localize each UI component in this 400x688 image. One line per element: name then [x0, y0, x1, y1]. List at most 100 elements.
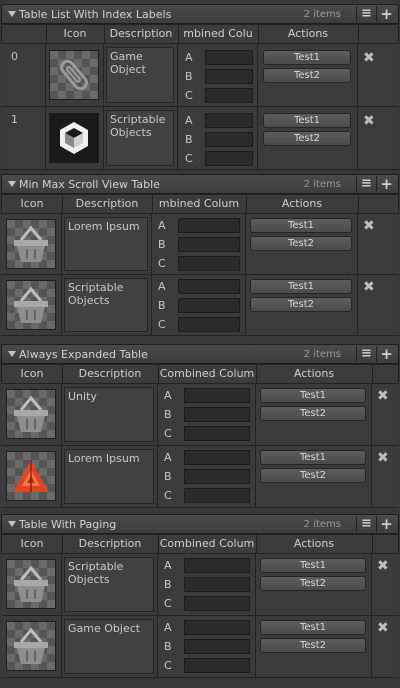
paperclip-icon[interactable]: [49, 50, 99, 100]
test1-button[interactable]: Test1: [250, 279, 352, 294]
basket-icon[interactable]: [6, 621, 56, 671]
basket-icon[interactable]: [6, 389, 56, 439]
field-b-input[interactable]: [184, 639, 250, 654]
description-field[interactable]: Scriptable Objects: [64, 278, 148, 332]
unity-logo-icon[interactable]: [49, 113, 99, 163]
test2-button[interactable]: Test2: [250, 236, 352, 251]
section-header[interactable]: Always Expanded Table 2 items ≡ +: [1, 344, 399, 364]
test1-button[interactable]: Test1: [260, 450, 366, 465]
test2-button[interactable]: Test2: [250, 297, 352, 312]
section-header[interactable]: Table List With Index Labels 2 items ≡ +: [1, 4, 399, 24]
basket-icon[interactable]: [6, 280, 56, 330]
foldout-arrow-icon[interactable]: [8, 521, 16, 527]
field-label-c: C: [164, 659, 172, 672]
field-label-c: C: [158, 257, 166, 270]
test1-button[interactable]: Test1: [263, 50, 351, 65]
field-b-input[interactable]: [205, 69, 253, 84]
description-field[interactable]: Scriptable Objects: [64, 557, 154, 612]
section-title: Always Expanded Table: [19, 348, 148, 361]
test1-button[interactable]: Test1: [260, 388, 366, 403]
description-field[interactable]: Unity: [64, 387, 154, 442]
remove-row-icon[interactable]: ✖: [363, 218, 375, 234]
foldout-arrow-icon[interactable]: [8, 351, 16, 357]
remove-row-icon[interactable]: ✖: [377, 558, 389, 574]
table-row: Scriptable Objects A B C Test1 Test2 ✖: [1, 554, 399, 616]
test1-button[interactable]: Test1: [263, 113, 351, 128]
test2-button[interactable]: Test2: [260, 576, 366, 591]
item-count: 2 items: [303, 519, 341, 530]
test2-button[interactable]: Test2: [260, 638, 366, 653]
remove-row-icon[interactable]: ✖: [377, 620, 389, 636]
remove-row-icon[interactable]: ✖: [363, 279, 375, 295]
field-c-input[interactable]: [184, 426, 250, 441]
menu-button[interactable]: ≡: [356, 6, 376, 22]
field-b-input[interactable]: [205, 132, 253, 147]
add-item-button[interactable]: +: [376, 6, 396, 22]
field-label-a: A: [158, 219, 166, 232]
test2-button[interactable]: Test2: [263, 131, 351, 146]
menu-button[interactable]: ≡: [356, 346, 376, 362]
description-field[interactable]: Lorem Ipsum: [64, 449, 154, 504]
basket-icon[interactable]: [6, 219, 56, 269]
column-headers: Icon Description Combined Colum Actions: [1, 364, 399, 384]
field-label-a: A: [185, 114, 193, 127]
foldout-arrow-icon[interactable]: [8, 181, 16, 187]
table-row: 0 Game Object A B C Test1 Test2 ✖: [1, 44, 399, 107]
section-header[interactable]: Table With Paging 2 items ≡ +: [1, 514, 399, 534]
test2-button[interactable]: Test2: [260, 406, 366, 421]
field-c-input[interactable]: [184, 658, 250, 673]
test1-button[interactable]: Test1: [260, 620, 366, 635]
menu-button[interactable]: ≡: [356, 176, 376, 192]
field-label-a: A: [158, 280, 166, 293]
remove-row-icon[interactable]: ✖: [363, 50, 375, 66]
field-c-input[interactable]: [178, 256, 240, 271]
field-a-input[interactable]: [184, 388, 250, 403]
remove-row-icon[interactable]: ✖: [377, 450, 389, 466]
field-c-input[interactable]: [178, 317, 240, 332]
red-triangle-logo-icon[interactable]: [6, 451, 56, 501]
field-label-a: A: [164, 389, 172, 402]
menu-button[interactable]: ≡: [356, 516, 376, 532]
section-header[interactable]: Min Max Scroll View Table 2 items ≡ +: [1, 174, 399, 194]
field-b-input[interactable]: [178, 298, 240, 313]
section-always-expanded: Always Expanded Table 2 items ≡ + Icon D…: [0, 344, 400, 508]
description-field[interactable]: Scriptable Objects: [106, 110, 174, 166]
test1-button[interactable]: Test1: [260, 558, 366, 573]
section-index-labels: Table List With Index Labels 2 items ≡ +…: [0, 4, 400, 170]
field-label-c: C: [164, 427, 172, 440]
add-item-button[interactable]: +: [376, 346, 396, 362]
description-field[interactable]: Game Object: [106, 47, 174, 103]
test2-button[interactable]: Test2: [260, 468, 366, 483]
test1-button[interactable]: Test1: [250, 218, 352, 233]
test2-button[interactable]: Test2: [263, 68, 351, 83]
field-b-input[interactable]: [184, 469, 250, 484]
field-b-input[interactable]: [184, 577, 250, 592]
remove-row-icon[interactable]: ✖: [363, 113, 375, 129]
field-c-input[interactable]: [205, 151, 253, 166]
field-label-c: C: [185, 89, 193, 102]
field-a-input[interactable]: [178, 279, 240, 294]
field-a-input[interactable]: [184, 558, 250, 573]
column-header-icon: Icon: [2, 195, 63, 213]
add-item-button[interactable]: +: [376, 516, 396, 532]
field-a-input[interactable]: [178, 218, 240, 233]
field-a-input[interactable]: [205, 50, 253, 65]
section-title: Min Max Scroll View Table: [19, 178, 160, 191]
field-a-input[interactable]: [205, 113, 253, 128]
foldout-arrow-icon[interactable]: [8, 11, 16, 17]
add-item-button[interactable]: +: [376, 176, 396, 192]
remove-row-icon[interactable]: ✖: [377, 388, 389, 404]
field-c-input[interactable]: [184, 596, 250, 611]
table-row: Scriptable Objects A B C Test1 Test2 ✖: [1, 275, 399, 336]
field-c-input[interactable]: [184, 488, 250, 503]
field-b-input[interactable]: [178, 237, 240, 252]
section-title: Table With Paging: [19, 518, 117, 531]
description-field[interactable]: Lorem Ipsum: [64, 217, 148, 271]
basket-icon[interactable]: [6, 559, 56, 609]
item-count: 2 items: [303, 349, 341, 360]
field-a-input[interactable]: [184, 620, 250, 635]
field-b-input[interactable]: [184, 407, 250, 422]
field-c-input[interactable]: [205, 88, 253, 103]
field-a-input[interactable]: [184, 450, 250, 465]
description-field[interactable]: Game Object: [64, 619, 154, 674]
